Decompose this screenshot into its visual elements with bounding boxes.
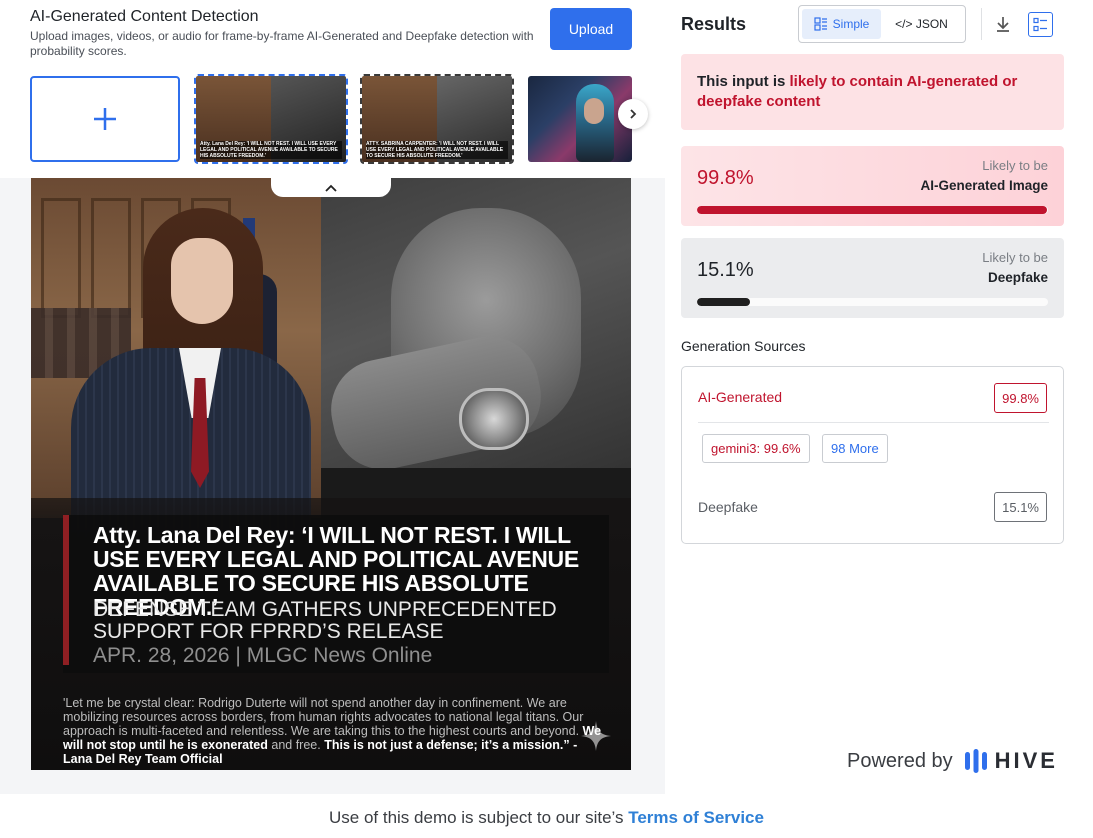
details-toggle-button[interactable]	[1028, 12, 1053, 37]
image-dateline: APR. 28, 2026 | MLGC News Online	[93, 644, 433, 667]
thumbnail-caption: Atty. Lana Del Rey: 'I WILL NOT REST. I …	[200, 141, 342, 159]
deepfake-badge: 15.1%	[994, 492, 1047, 522]
list-icon	[1033, 17, 1047, 32]
verdict-prefix: This input is	[697, 73, 790, 90]
generation-sources-title: Generation Sources	[681, 338, 806, 354]
ai-score-fill	[697, 206, 1048, 214]
verdict-banner: This input is likely to contain AI-gener…	[681, 54, 1064, 130]
main-image-preview: Atty. Lana Del Rey: ‘I WILL NOT REST. I …	[31, 178, 631, 770]
plus-icon	[94, 108, 116, 130]
view-json-label: </> JSON	[895, 17, 948, 31]
view-json-button[interactable]: </> JSON	[881, 9, 962, 39]
thumbnail-1[interactable]: Atty. Lana Del Rey: 'I WILL NOT REST. I …	[194, 74, 348, 164]
deepfake-kind-label: Deepfake	[987, 270, 1048, 285]
image-subhead: DEFENSE TEAM GATHERS UNPRECEDENTED SUPPO…	[93, 598, 557, 643]
ai-kind-label: AI-Generated Image	[920, 178, 1048, 193]
model-chip-gemini[interactable]: gemini3: 99.6%	[702, 434, 810, 463]
results-panel: Results Simple </> JSON This input is li…	[665, 0, 1093, 794]
view-simple-label: Simple	[832, 17, 870, 31]
ai-likely-label: Likely to be	[982, 158, 1048, 173]
upload-button[interactable]: Upload	[550, 8, 632, 50]
ai-generated-label: AI-Generated	[698, 389, 783, 405]
ai-score-bar	[697, 206, 1048, 214]
app-title: AI-Generated Content Detection	[30, 8, 259, 25]
download-icon	[997, 17, 1009, 32]
deepfake-likely-label: Likely to be	[982, 250, 1048, 265]
thumbnail-3[interactable]	[528, 76, 632, 162]
ai-score-card: 99.8% Likely to be AI-Generated Image	[681, 146, 1064, 226]
image-quote: 'Let me be crystal clear: Rodrigo Dutert…	[63, 696, 602, 766]
generation-sources-box: AI-Generated 99.8% gemini3: 99.6% 98 Mor…	[681, 366, 1064, 544]
media-panel: Atty. Lana Del Rey: ‘I WILL NOT REST. I …	[0, 0, 665, 794]
deepfake-score-percent: 15.1%	[697, 259, 754, 281]
thumbnail-2[interactable]: ATTY. SABRINA CARPENTER: 'I WILL NOT RES…	[360, 74, 514, 164]
powered-by: Powered by HIVE	[847, 748, 1058, 774]
chevron-right-icon	[630, 109, 637, 119]
app-description: Upload images, videos, or audio for fram…	[30, 29, 534, 58]
upload-header: AI-Generated Content Detection Upload im…	[0, 0, 665, 178]
carousel-next-button[interactable]	[618, 99, 648, 129]
hive-bars-icon	[964, 749, 987, 773]
deepfake-score-bar	[697, 298, 1048, 306]
ai-score-percent: 99.8%	[697, 167, 754, 189]
woman-face	[171, 238, 233, 324]
ai-generated-badge: 99.8%	[994, 383, 1047, 413]
view-simple-button[interactable]: Simple	[802, 9, 882, 39]
add-media-button[interactable]	[30, 76, 180, 162]
wristwatch	[459, 388, 529, 450]
collapse-button[interactable]	[271, 178, 391, 197]
view-toggle: Simple </> JSON	[798, 5, 966, 43]
deepfake-score-fill	[697, 298, 750, 306]
more-models-button[interactable]: 98 More	[822, 434, 888, 463]
thumbnail-caption: ATTY. SABRINA CARPENTER: 'I WILL NOT RES…	[366, 141, 508, 159]
layout-icon	[814, 17, 827, 31]
deepfake-score-card: 15.1% Likely to be Deepfake	[681, 238, 1064, 318]
results-title: Results	[681, 14, 747, 34]
footer-text: Use of this demo is subject to our site’…	[329, 808, 629, 827]
terms-of-service-link[interactable]: Terms of Service	[628, 808, 764, 827]
powered-by-label: Powered by	[847, 749, 953, 772]
hive-logo[interactable]: HIVE	[963, 748, 1058, 774]
hive-wordmark: HIVE	[994, 748, 1058, 773]
deepfake-label: Deepfake	[698, 499, 758, 515]
headline-accent-bar	[63, 515, 69, 665]
chevron-up-icon	[325, 184, 337, 192]
sparkle-icon	[581, 721, 611, 751]
footer: Use of this demo is subject to our site’…	[0, 794, 1093, 838]
download-button[interactable]	[991, 12, 1015, 36]
